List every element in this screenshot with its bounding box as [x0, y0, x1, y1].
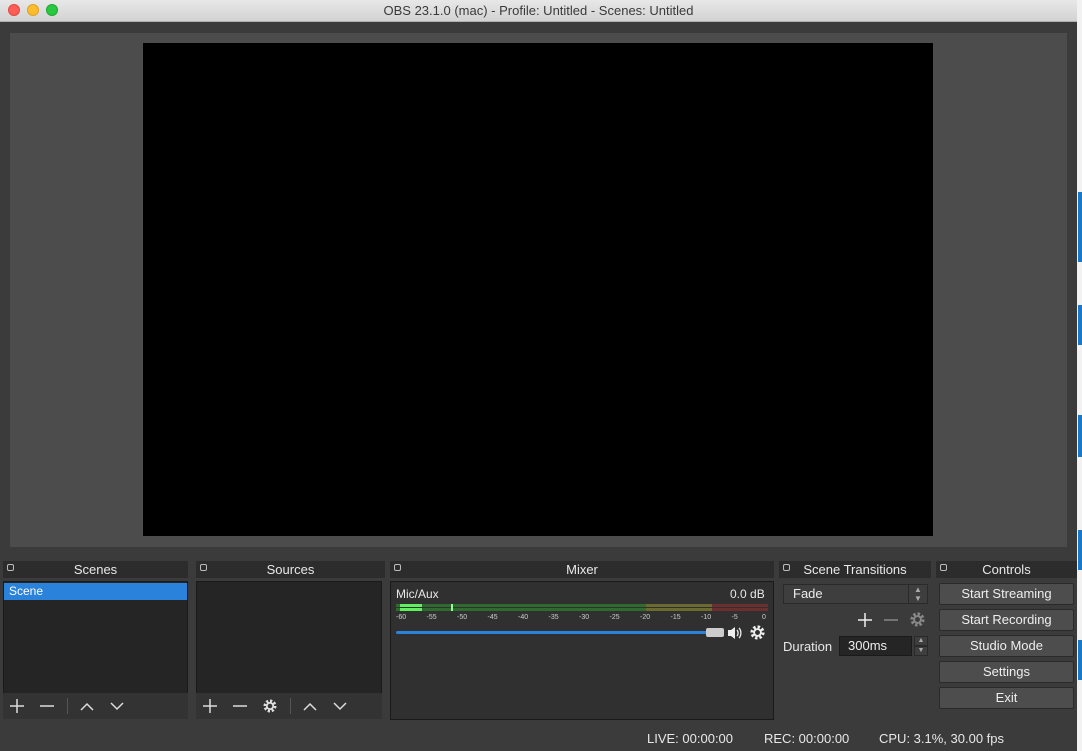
mixer-panel — [390, 581, 774, 720]
mixer-channel-name: Mic/Aux — [396, 587, 439, 601]
sources-dock-title: Sources — [196, 561, 385, 578]
studio-mode-button[interactable]: Studio Mode — [939, 635, 1074, 657]
scenes-toolbar — [3, 693, 188, 719]
volume-slider-handle[interactable] — [706, 628, 724, 637]
sources-toolbar — [196, 693, 382, 719]
source-properties-button[interactable] — [257, 693, 283, 719]
sources-title: Sources — [266, 562, 315, 577]
transitions-title: Scene Transitions — [803, 562, 907, 577]
background-window-edge — [1077, 0, 1082, 751]
meter-tick-label: -35 — [548, 614, 559, 621]
move-source-up-button[interactable] — [297, 693, 323, 719]
duration-field[interactable]: 300ms — [839, 636, 912, 656]
window-titlebar: OBS 23.1.0 (mac) - Profile: Untitled - S… — [0, 0, 1077, 22]
speaker-icon — [728, 627, 742, 639]
transition-properties-button[interactable] — [909, 611, 926, 628]
move-source-down-button[interactable] — [327, 693, 353, 719]
transition-selected-value: Fade — [793, 586, 823, 601]
zoom-window-button[interactable] — [46, 4, 58, 16]
plus-icon — [10, 699, 24, 713]
meter-tick-label: -5 — [731, 614, 738, 621]
gear-icon — [910, 612, 925, 627]
live-status: LIVE: 00:00:00 — [647, 731, 734, 746]
add-source-button[interactable] — [197, 693, 223, 719]
transition-select[interactable]: Fade ▲ ▼ — [783, 584, 928, 604]
controls-dock-title: Controls — [936, 561, 1077, 578]
rec-status: REC: 00:00:00 — [764, 731, 850, 746]
minimize-window-button[interactable] — [27, 4, 39, 16]
mixer-level-readout: 0.0 dB — [730, 587, 765, 601]
chevron-down-icon — [333, 702, 347, 711]
sources-list[interactable] — [196, 581, 382, 694]
close-window-button[interactable] — [8, 4, 20, 16]
float-dock-icon[interactable] — [940, 564, 947, 571]
window-title: OBS 23.1.0 (mac) - Profile: Untitled - S… — [383, 3, 694, 18]
chevron-down-icon — [110, 702, 124, 711]
meter-tick-label: -55 — [426, 614, 437, 621]
minus-icon — [40, 705, 54, 707]
scenes-dock-title: Scenes — [3, 561, 188, 578]
float-dock-icon[interactable] — [200, 564, 207, 571]
preview-canvas[interactable] — [143, 43, 933, 536]
mute-button[interactable] — [727, 625, 743, 641]
chevron-up-icon — [80, 702, 94, 711]
gear-icon — [750, 625, 765, 640]
move-scene-up-button[interactable] — [74, 693, 100, 719]
meter-tick-label: -50 — [457, 614, 468, 621]
chevron-up-icon — [303, 702, 317, 711]
float-dock-icon[interactable] — [394, 564, 401, 571]
add-scene-button[interactable] — [4, 693, 30, 719]
scenes-title: Scenes — [73, 562, 118, 577]
transitions-dock-title: Scene Transitions — [779, 561, 931, 578]
select-arrows-icon: ▲ ▼ — [908, 585, 927, 603]
controls-title: Controls — [982, 562, 1031, 577]
meter-tick-label: -15 — [670, 614, 681, 621]
meter-tick-label: -20 — [640, 614, 651, 621]
duration-decrement-button[interactable]: ▼ — [914, 646, 928, 656]
cpu-status: CPU: 3.1%, 30.00 fps — [879, 731, 1005, 746]
meter-tick-label: -40 — [518, 614, 529, 621]
remove-scene-button[interactable] — [34, 693, 60, 719]
start-recording-button[interactable]: Start Recording — [939, 609, 1074, 631]
exit-button[interactable]: Exit — [939, 687, 1074, 709]
meter-tick-label: -60 — [396, 614, 407, 621]
meter-tick-label: -30 — [579, 614, 590, 621]
meter-tick-label: 0 — [762, 614, 766, 621]
float-dock-icon[interactable] — [783, 564, 790, 571]
plus-icon — [858, 613, 872, 627]
volume-slider[interactable] — [396, 631, 716, 634]
settings-button[interactable]: Settings — [939, 661, 1074, 683]
mixer-title: Mixer — [566, 562, 598, 577]
remove-transition-button[interactable] — [883, 611, 899, 629]
duration-increment-button[interactable]: ▲ — [914, 636, 928, 646]
remove-source-button[interactable] — [227, 693, 253, 719]
minus-icon — [233, 705, 247, 707]
start-streaming-button[interactable]: Start Streaming — [939, 583, 1074, 605]
duration-label: Duration — [783, 639, 833, 654]
meter-tick-label: -25 — [609, 614, 620, 621]
gear-icon — [263, 699, 277, 713]
minus-icon — [884, 619, 898, 621]
plus-icon — [203, 699, 217, 713]
meter-tick-label: -45 — [487, 614, 498, 621]
meter-tick-label: -10 — [701, 614, 712, 621]
add-transition-button[interactable] — [857, 611, 873, 629]
float-dock-icon[interactable] — [7, 564, 14, 571]
mixer-dock-title: Mixer — [390, 561, 774, 578]
move-scene-down-button[interactable] — [104, 693, 130, 719]
list-item[interactable]: Scene — [4, 583, 187, 600]
mixer-settings-button[interactable] — [749, 624, 766, 641]
